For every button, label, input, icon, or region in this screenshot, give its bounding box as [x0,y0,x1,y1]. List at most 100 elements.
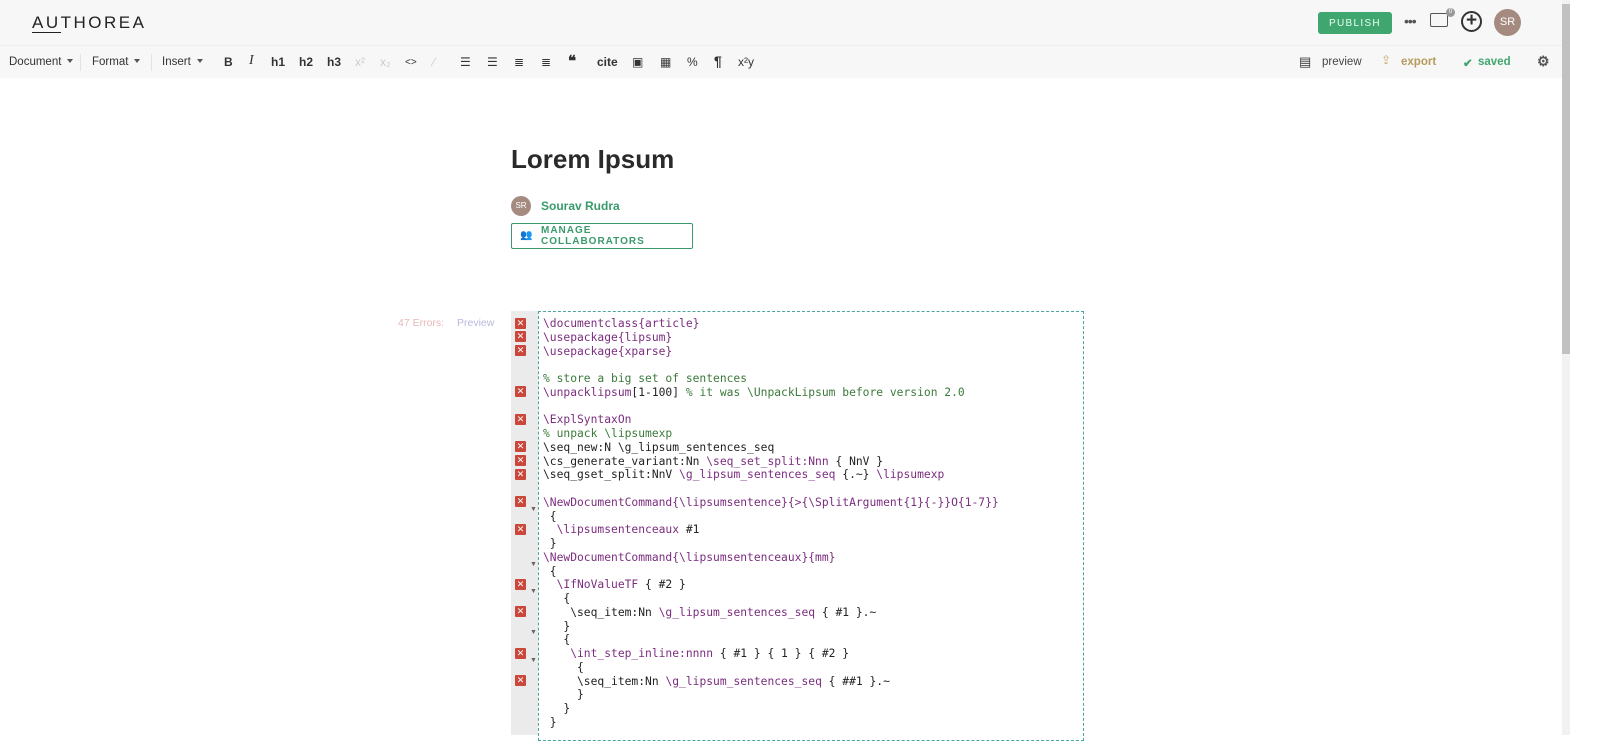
code-line[interactable]: { [543,565,557,579]
settings-gear-icon[interactable]: ⚙ [1537,53,1550,70]
publish-button[interactable]: PUBLISH [1318,12,1392,34]
h1-button[interactable]: h1 [271,55,285,69]
code-line[interactable]: \unpacklipsum[1-100] % it was \UnpackLip… [543,386,965,400]
code-token: \lipsumexp [876,468,945,482]
cite-button[interactable]: cite [597,55,618,69]
h2-button[interactable]: h2 [299,55,313,69]
h3-button[interactable]: h3 [327,55,341,69]
error-marker-icon[interactable]: ✕ [515,647,526,659]
error-marker-icon[interactable]: ✕ [515,345,526,356]
code-token: \seq_item:Nn [543,605,659,619]
document-menu[interactable]: Document [9,56,73,68]
code-line[interactable]: } [543,716,557,730]
error-marker-icon[interactable]: ✕ [515,386,526,398]
error-marker-icon[interactable]: ✕ [515,413,526,425]
error-marker-icon[interactable]: ✕ [515,523,526,535]
scrollbar-thumb[interactable] [1562,4,1570,354]
code-token: #1 [679,523,700,537]
code-token: \g_lipsum_sentences_seq [679,468,836,482]
document-title[interactable]: Lorem Ipsum [511,144,674,175]
editor-toolbar: Document Format Insert B I h1 h2 h3 x² x… [0,45,1562,78]
code-line[interactable]: \IfNoValueTF { #2 } [543,578,686,592]
outdent-icon[interactable]: ≣ [541,55,551,69]
pilcrow-icon[interactable]: ¶ [714,53,722,69]
preview-button[interactable]: preview [1322,56,1362,68]
page-scrollbar[interactable] [1562,0,1570,735]
code-line[interactable]: { [543,633,570,647]
error-marker-icon[interactable]: ✕ [515,606,526,618]
error-marker-icon[interactable]: ✕ [515,468,526,480]
latex-code-editor[interactable]: \documentclass{article} \usepackage{lipsu… [538,311,1084,741]
manage-collaborators-button[interactable]: 👥 MANAGE COLLABORATORS [511,223,693,249]
code-token: \documentclass [543,317,639,330]
code-token: \usepackage [543,344,618,358]
code-token: \unpacklipsum [543,385,632,399]
latex-preview-link[interactable]: Preview [457,317,494,329]
more-options-icon[interactable]: ••• [1404,13,1417,29]
fold-arrow-icon[interactable]: ▼ [530,561,537,568]
code-button[interactable]: <> [405,57,417,68]
code-line[interactable]: % unpack \lipsumexp [543,427,672,441]
export-icon[interactable]: ⇪ [1381,53,1391,67]
bold-button[interactable]: B [224,55,233,69]
image-icon[interactable]: ▣ [632,55,643,69]
error-marker-icon[interactable]: ✕ [515,441,526,453]
comments-icon[interactable]: 0 [1430,8,1455,27]
code-token: \lipsumsentenceaux [543,523,680,537]
error-marker-icon[interactable]: ✕ [515,455,526,466]
code-line[interactable]: { [543,510,557,524]
table-icon[interactable]: ▦ [660,55,671,69]
link-icon[interactable]: % [687,55,698,69]
code-token: \seq_new:N \g_lipsum_sentences_seq [543,440,775,454]
code-line[interactable]: } [543,702,570,716]
error-marker-icon[interactable]: ✕ [515,331,526,343]
code-line[interactable]: \lipsumsentenceaux #1 [543,523,700,537]
italic-button[interactable]: I [249,53,254,69]
users-icon: 👥 [520,230,534,241]
code-line[interactable]: % store a big set of sentences [543,372,747,386]
code-line[interactable]: \seq_new:N \g_lipsum_sentences_seq [543,441,774,455]
code-line[interactable]: \seq_item:Nn \g_lipsum_sentences_seq { #… [543,606,876,620]
code-line[interactable]: \NewDocumentCommand{\lipsumsentenceaux}{… [543,551,835,565]
code-line[interactable]: \int_step_inline:nnnn { #1 } { 1 } { #2 … [543,647,849,661]
fold-arrow-icon[interactable]: ▼ [530,506,537,513]
authorea-logo[interactable]: AUTHOREA [32,13,146,33]
error-marker-icon[interactable]: ✕ [515,578,526,590]
bullet-list-icon[interactable]: ☰ [487,55,498,69]
code-line[interactable]: } [543,688,584,702]
fold-arrow-icon[interactable]: ▼ [530,629,537,636]
add-icon[interactable]: + [1461,11,1482,32]
code-line[interactable]: \NewDocumentCommand{\lipsumsentence}{>{\… [543,496,999,510]
insert-menu[interactable]: Insert [162,56,203,68]
equation-button[interactable]: x²y [738,55,754,69]
quote-icon[interactable]: ❝ [568,52,576,70]
format-menu[interactable]: Format [92,56,140,68]
code-line[interactable]: \seq_gset_split:NnV \g_lipsum_sentences_… [543,468,944,482]
code-line[interactable]: \usepackage{xparse} [543,345,672,359]
code-line[interactable]: \documentclass{article} [543,317,699,331]
author-name[interactable]: Sourav Rudra [541,199,620,213]
code-token: \int_step_inline:nnnn [543,647,714,660]
code-line[interactable]: } [543,537,557,551]
export-button[interactable]: export [1401,56,1436,68]
fold-arrow-icon[interactable]: ▼ [530,657,537,664]
code-line[interactable]: { [543,661,584,675]
code-line[interactable]: \usepackage{lipsum} [543,331,672,345]
preview-icon[interactable]: ▤ [1299,54,1311,70]
brush-icon[interactable]: ⁄ [433,55,435,69]
subscript-button[interactable]: x₂ [380,55,391,69]
superscript-button[interactable]: x² [355,55,365,69]
error-count[interactable]: 47 Errors: [398,317,444,329]
code-line[interactable]: { [543,592,570,606]
error-marker-icon[interactable]: ✕ [515,496,526,508]
error-marker-icon[interactable]: ✕ [515,317,526,329]
code-line[interactable]: \cs_generate_variant:Nn \seq_set_split:N… [543,455,883,469]
ordered-list-icon[interactable]: ☰ [460,55,471,69]
error-marker-icon[interactable]: ✕ [515,675,526,686]
code-line[interactable]: } [543,620,570,634]
user-avatar[interactable]: SR [1494,9,1521,36]
indent-icon[interactable]: ≣ [514,55,524,69]
fold-arrow-icon[interactable]: ▼ [530,588,537,595]
code-line[interactable]: \seq_item:Nn \g_lipsum_sentences_seq { #… [543,675,890,689]
code-line[interactable]: \ExplSyntaxOn [543,413,631,427]
